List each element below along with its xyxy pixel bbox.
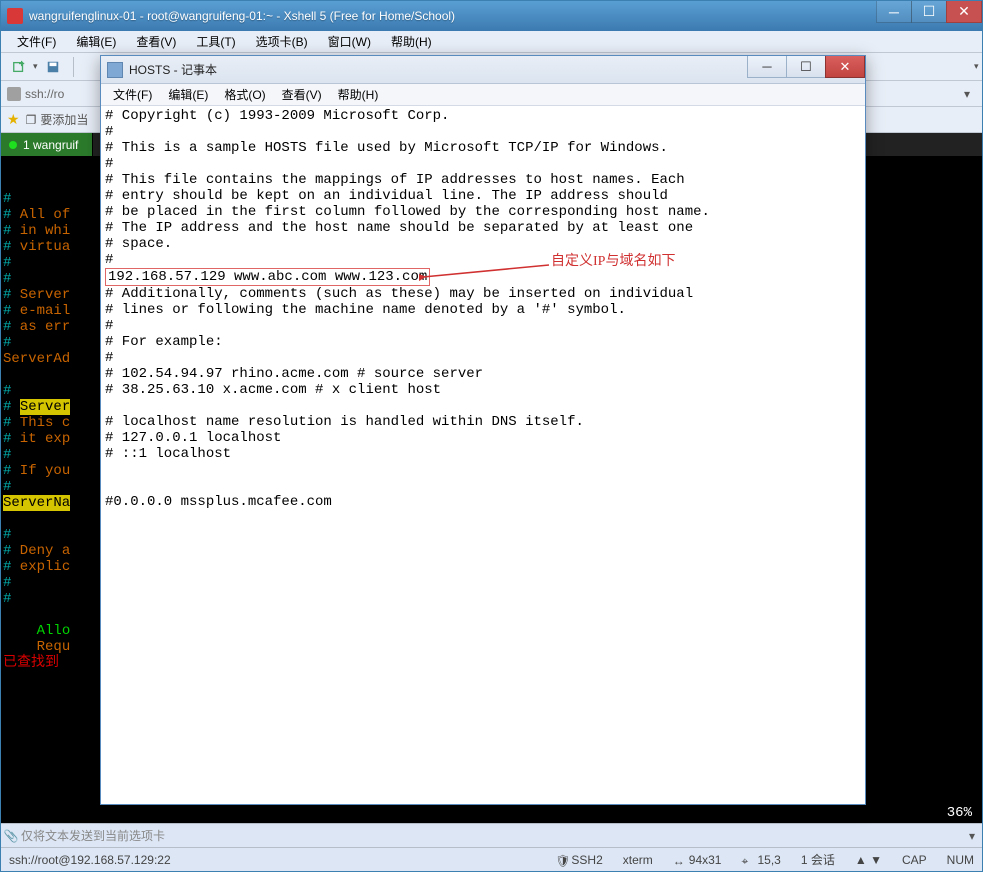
notepad-menubar: 文件(F) 编辑(E) 格式(O) 查看(V) 帮助(H) [101,84,865,106]
resize-icon: ↔ [673,854,685,866]
cursor-icon: ⌖ [741,854,753,866]
notepad-text-area[interactable]: # Copyright (c) 1993-2009 Microsoft Corp… [101,106,865,804]
notepad-window-buttons: ─ ☐ ✕ [748,56,865,78]
xshell-status-bar: ssh://root@192.168.57.129:22 🛡SSH2 xterm… [1,847,982,871]
notepad-minimize-button[interactable]: ─ [747,56,787,78]
np-menu-file[interactable]: 文件(F) [105,84,160,105]
annotation-text: 自定义IP与域名如下 [551,254,675,270]
menu-help[interactable]: 帮助(H) [381,31,442,52]
xshell-command-bar: 📎 仅将文本发送到当前选项卡 ▾ [1,823,982,847]
menu-edit[interactable]: 编辑(E) [66,31,126,52]
command-dropdown-icon[interactable]: ▾ [962,829,982,843]
status-term: xterm [623,853,653,867]
np-menu-edit[interactable]: 编辑(E) [160,84,216,105]
xshell-menubar: 文件(F) 编辑(E) 查看(V) 工具(T) 选项卡(B) 窗口(W) 帮助(… [1,31,982,53]
status-ssh: 🛡SSH2 [555,853,602,867]
scroll-percent: 36% [947,805,972,821]
minimize-button[interactable]: ─ [876,1,912,23]
address-dropdown-icon[interactable]: ▾ [960,87,974,101]
np-menu-view[interactable]: 查看(V) [274,84,330,105]
downarrow-icon[interactable]: ▼ [870,853,882,867]
notepad-app-icon [107,62,123,78]
xshell-titlebar[interactable]: wangruifenglinux-01 - root@wangruifeng-0… [1,1,982,31]
status-dot-icon [9,141,17,149]
status-connection: ssh://root@192.168.57.129:22 [9,853,171,867]
menu-file[interactable]: 文件(F) [7,31,66,52]
save-session-icon[interactable] [41,56,65,78]
np-menu-help[interactable]: 帮助(H) [330,84,387,105]
window-buttons: ─ ☐ ✕ [877,1,982,23]
toolbar-separator [73,57,74,77]
xshell-title: wangruifenglinux-01 - root@wangruifeng-0… [29,9,455,23]
menu-tools[interactable]: 工具(T) [186,31,245,52]
lock-icon [7,87,21,101]
shield-icon: 🛡 [555,854,567,866]
status-size: ↔94x31 [673,853,722,867]
tab-label: 1 wangruif [23,138,78,152]
bookmark-hint[interactable]: 要添加当 [40,111,88,128]
pin-icon[interactable]: 📎 [1,829,21,843]
status-pos: ⌖15,3 [741,853,780,867]
notepad-window[interactable]: HOSTS - 记事本 ─ ☐ ✕ 文件(F) 编辑(E) 格式(O) 查看(V… [100,55,866,805]
dropdown-icon[interactable]: ▾ [33,61,41,72]
menu-tab[interactable]: 选项卡(B) [246,31,318,52]
notepad-titlebar[interactable]: HOSTS - 记事本 ─ ☐ ✕ [101,56,865,84]
new-session-icon[interactable] [7,56,31,78]
session-tab-1[interactable]: 1 wangruif [1,133,93,156]
annotation-arrow-icon [419,261,559,281]
address-text[interactable]: ssh://ro [25,87,64,101]
status-session: 1 会话 [801,851,835,868]
command-input[interactable]: 仅将文本发送到当前选项卡 [21,827,165,844]
uparrow-icon[interactable]: ▲ [855,853,867,867]
toolbar-overflow-icon[interactable]: ▾ [974,61,982,72]
menu-view[interactable]: 查看(V) [126,31,186,52]
status-arrows: ▲ ▼ [855,853,882,867]
star-icon[interactable]: ★ [7,111,20,128]
notepad-close-button[interactable]: ✕ [825,56,865,78]
status-cap: CAP [902,853,927,867]
np-menu-format[interactable]: 格式(O) [216,84,273,105]
maximize-button[interactable]: ☐ [911,1,947,23]
xshell-app-icon [7,8,23,24]
notepad-title: HOSTS - 记事本 [129,61,217,78]
close-button[interactable]: ✕ [946,1,982,23]
hosts-custom-entry: 192.168.57.129 www.abc.com www.123.com [105,268,430,286]
bookmark-route-icon: ❐ [26,113,37,127]
menu-window[interactable]: 窗口(W) [318,31,381,52]
status-num: NUM [947,853,974,867]
notepad-maximize-button[interactable]: ☐ [786,56,826,78]
